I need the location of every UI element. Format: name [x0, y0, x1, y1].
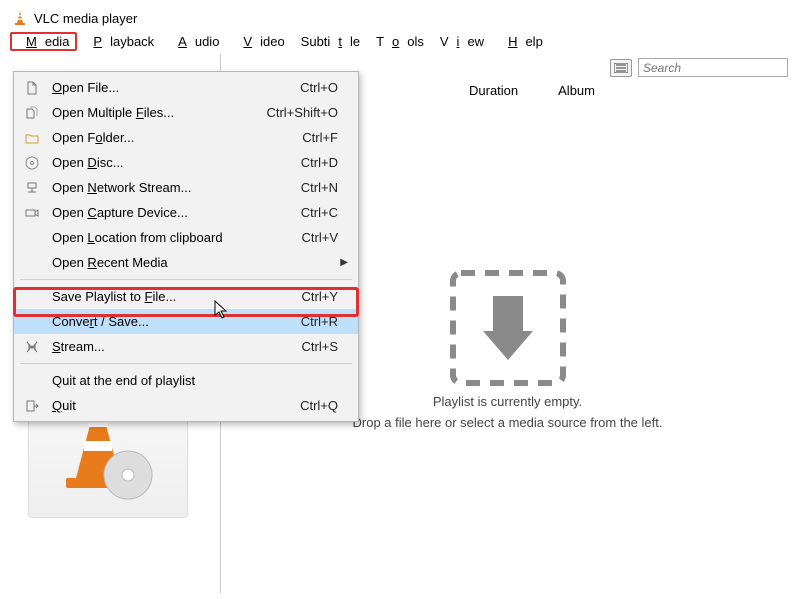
network-icon [20, 181, 44, 195]
menu-help[interactable]: Help [492, 32, 551, 51]
menu-item-open-file[interactable]: Open File...Ctrl+O [14, 75, 358, 100]
menu-item-label: Open Folder... [44, 130, 302, 145]
menu-item-label: Quit [44, 398, 300, 413]
menu-item-label: Convert / Save... [44, 314, 301, 329]
menu-item-label: Open Network Stream... [44, 180, 301, 195]
menu-item-label: Open Multiple Files... [44, 105, 266, 120]
submenu-arrow-icon: ▶ [338, 257, 348, 268]
menu-item-shortcut: Ctrl+Y [302, 289, 338, 304]
menu-item-label: Open Capture Device... [44, 205, 301, 220]
vlc-window: VLC media player Media Playback Audio Vi… [0, 0, 800, 599]
menu-item-open-location-from-clipboard[interactable]: Open Location from clipboardCtrl+V [14, 225, 358, 250]
window-title: VLC media player [34, 11, 137, 26]
drop-arrow-icon [438, 268, 578, 388]
files-icon [20, 106, 44, 120]
menu-media[interactable]: Media [10, 32, 77, 51]
menu-item-label: Stream... [44, 339, 302, 354]
stream-icon [20, 340, 44, 354]
menu-tools[interactable]: Tools [368, 32, 432, 51]
menu-item-stream[interactable]: Stream...Ctrl+S [14, 334, 358, 359]
menu-item-open-recent-media[interactable]: Open Recent Media▶ [14, 250, 358, 275]
view-toggle-icon[interactable] [610, 59, 632, 77]
menu-item-label: Open Location from clipboard [44, 230, 302, 245]
menu-item-shortcut: Ctrl+C [301, 205, 338, 220]
menu-item-shortcut: Ctrl+S [302, 339, 338, 354]
column-album[interactable]: Album [558, 83, 595, 98]
camera-icon [20, 206, 44, 220]
menu-separator [20, 363, 352, 364]
column-duration[interactable]: Duration [469, 83, 518, 98]
menu-item-shortcut: Ctrl+D [301, 155, 338, 170]
menu-separator [20, 279, 352, 280]
menu-item-quit[interactable]: QuitCtrl+Q [14, 393, 358, 418]
menu-item-open-multiple-files[interactable]: Open Multiple Files...Ctrl+Shift+O [14, 100, 358, 125]
menu-item-open-disc[interactable]: Open Disc...Ctrl+D [14, 150, 358, 175]
menu-audio[interactable]: Audio [162, 32, 227, 51]
menu-item-open-folder[interactable]: Open Folder...Ctrl+F [14, 125, 358, 150]
menu-item-shortcut: Ctrl+F [302, 130, 338, 145]
menu-item-shortcut: Ctrl+O [300, 80, 338, 95]
menu-item-save-playlist-to-file[interactable]: Save Playlist to File...Ctrl+Y [14, 284, 358, 309]
menu-view[interactable]: View [432, 32, 492, 51]
disc-icon [20, 156, 44, 170]
menubar: Media Playback Audio Video Subtitle Tool… [6, 30, 794, 54]
empty-text-1: Playlist is currently empty. [433, 394, 582, 409]
empty-text-2: Drop a file here or select a media sourc… [353, 415, 663, 430]
menu-item-shortcut: Ctrl+Q [300, 398, 338, 413]
menu-item-label: Open Recent Media [44, 255, 338, 270]
file-icon [20, 81, 44, 95]
menu-video[interactable]: Video [227, 32, 292, 51]
folder-icon [20, 131, 44, 145]
menu-item-quit-at-the-end-of-playlist[interactable]: Quit at the end of playlist [14, 368, 358, 393]
menu-item-label: Open File... [44, 80, 300, 95]
menu-item-label: Open Disc... [44, 155, 301, 170]
vlc-cone-icon [12, 10, 28, 26]
menu-item-shortcut: Ctrl+R [301, 314, 338, 329]
menu-item-shortcut: Ctrl+Shift+O [266, 105, 338, 120]
menu-item-shortcut: Ctrl+V [302, 230, 338, 245]
search-input[interactable] [638, 58, 788, 77]
quit-icon [20, 399, 44, 413]
menu-item-convert-save[interactable]: Convert / Save...Ctrl+R [14, 309, 358, 334]
menu-item-open-capture-device[interactable]: Open Capture Device...Ctrl+C [14, 200, 358, 225]
menu-item-open-network-stream[interactable]: Open Network Stream...Ctrl+N [14, 175, 358, 200]
menu-item-shortcut: Ctrl+N [301, 180, 338, 195]
menu-item-label: Save Playlist to File... [44, 289, 302, 304]
menu-playback[interactable]: Playback [77, 32, 162, 51]
titlebar: VLC media player [6, 6, 794, 30]
menu-item-label: Quit at the end of playlist [44, 373, 338, 388]
menu-subtitle[interactable]: Subtitle [293, 32, 368, 51]
media-menu-popup: Open File...Ctrl+OOpen Multiple Files...… [13, 71, 359, 422]
